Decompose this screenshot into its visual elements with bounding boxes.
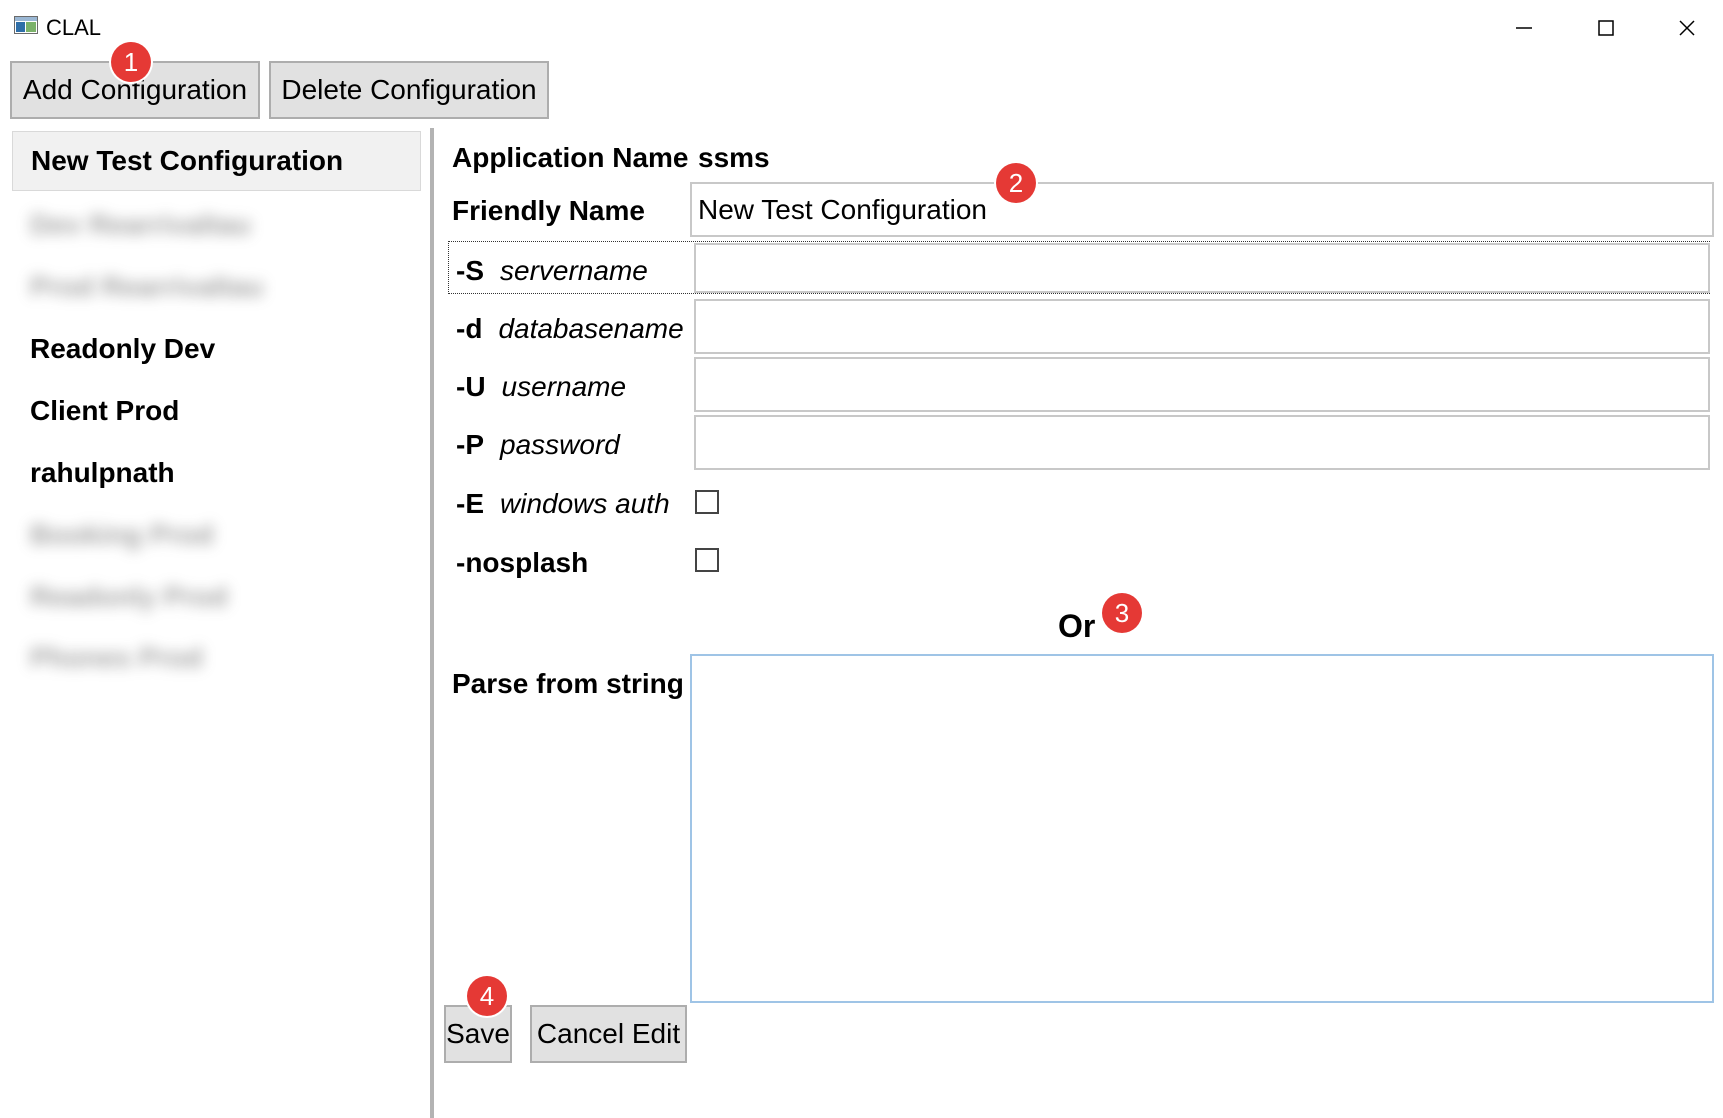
username-label: -U username <box>456 367 626 407</box>
database-input[interactable] <box>694 299 1710 354</box>
password-hint: password <box>500 429 620 460</box>
minimize-button[interactable] <box>1494 8 1554 48</box>
server-label: -S servername <box>456 251 648 291</box>
config-list-item[interactable]: Dev Rearrivaltau <box>12 195 421 255</box>
maximize-button[interactable] <box>1576 8 1636 48</box>
config-list-item-label: Prod Rearrivaltau <box>30 271 264 302</box>
config-list-item[interactable]: Prod Rearrivaltau <box>12 257 421 317</box>
or-label: Or <box>1058 607 1096 644</box>
application-name-value: ssms <box>698 142 770 173</box>
parse-from-string-textarea[interactable] <box>690 654 1714 1003</box>
database-flag: -d <box>456 313 483 344</box>
panel-splitter[interactable] <box>430 128 434 1118</box>
cancel-edit-button[interactable]: Cancel Edit <box>530 1005 687 1063</box>
config-list-item-label: Dev Rearrivaltau <box>30 209 252 240</box>
application-name-label: Application Name <box>452 142 689 173</box>
password-flag: -P <box>456 429 484 460</box>
username-input[interactable] <box>694 357 1710 412</box>
config-list-item[interactable]: Readonly Dev <box>12 319 421 379</box>
username-flag: -U <box>456 371 486 402</box>
config-list-item[interactable]: Client Prod <box>12 381 421 441</box>
delete-configuration-button[interactable]: Delete Configuration <box>269 61 549 119</box>
annotation-badge: 3 <box>1102 593 1142 633</box>
config-list-item-label: Phones Prod <box>30 642 203 673</box>
friendly-name-input[interactable]: New Test Configuration <box>690 182 1714 237</box>
database-hint: databasename <box>498 313 684 344</box>
server-flag: -S <box>456 255 484 286</box>
nosplash-checkbox[interactable] <box>695 548 719 572</box>
server-input[interactable] <box>694 243 1710 293</box>
nosplash-label: -nosplash <box>456 547 589 578</box>
server-hint: servername <box>500 255 648 286</box>
password-input[interactable] <box>694 415 1710 470</box>
config-list-item-label: Client Prod <box>30 395 180 426</box>
close-icon <box>1679 20 1695 36</box>
windows-auth-flag: -E <box>456 488 484 519</box>
config-list-item[interactable]: New Test Configuration <box>12 131 421 191</box>
annotation-badge: 1 <box>111 42 151 82</box>
config-list-item-label: Readonly Dev <box>30 333 216 364</box>
maximize-icon <box>1598 20 1614 36</box>
parse-from-string-label: Parse from string <box>452 668 684 699</box>
window-title: CLAL <box>46 15 102 40</box>
config-list-item[interactable]: Booking Prod <box>12 505 421 565</box>
windows-auth-label: -E windows auth <box>456 484 670 524</box>
config-list-item[interactable]: Phones Prod <box>12 628 421 688</box>
config-list-item[interactable]: rahulpnath <box>12 443 421 503</box>
app-window-icon <box>14 16 38 34</box>
friendly-name-label: Friendly Name <box>452 195 645 226</box>
password-label: -P password <box>456 425 620 465</box>
close-button[interactable] <box>1657 8 1717 48</box>
windows-auth-checkbox[interactable] <box>695 490 719 514</box>
config-list-item-label: Booking Prod <box>30 519 214 550</box>
minimize-icon <box>1516 27 1532 29</box>
config-list-item[interactable]: Readonly Prod <box>12 567 421 627</box>
config-list-item-label: rahulpnath <box>30 457 175 488</box>
annotation-badge: 4 <box>467 976 507 1016</box>
windows-auth-hint: windows auth <box>500 488 670 519</box>
username-hint: username <box>501 371 627 402</box>
config-list-item-label: New Test Configuration <box>31 145 344 176</box>
database-label: -d databasename <box>456 309 684 349</box>
annotation-badge: 2 <box>996 163 1036 203</box>
config-list-item-label: Readonly Prod <box>30 581 228 612</box>
